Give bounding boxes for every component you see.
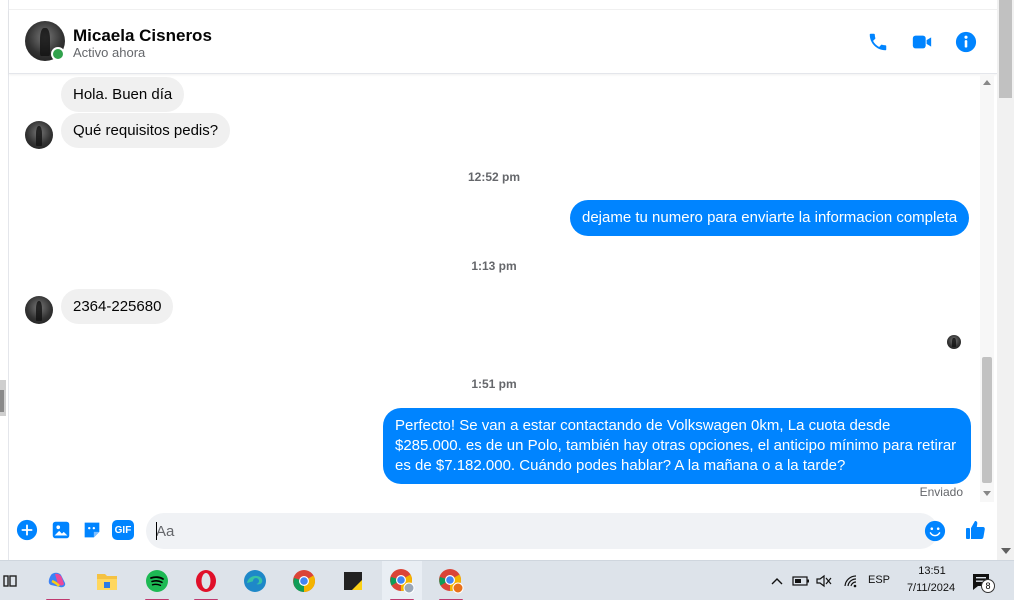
scroll-down-arrow-icon[interactable] xyxy=(1001,548,1011,554)
gif-icon: GIF xyxy=(112,520,134,540)
contact-name[interactable]: Micaela Cisneros xyxy=(73,26,212,46)
task-view-button[interactable] xyxy=(0,561,20,600)
network-status[interactable] xyxy=(842,573,860,589)
message-list-scrollbar[interactable] xyxy=(980,74,994,502)
sender-avatar[interactable] xyxy=(25,121,53,149)
taskbar-app-file-explorer[interactable] xyxy=(87,561,127,600)
more-actions-button[interactable] xyxy=(15,518,39,542)
outgoing-message[interactable]: Perfecto! Se van a estar contactando de … xyxy=(383,408,971,484)
scroll-down-arrow-icon[interactable] xyxy=(983,491,991,496)
speaker-muted-icon xyxy=(816,574,832,588)
video-call-button[interactable] xyxy=(910,30,934,54)
edge-icon xyxy=(244,570,266,592)
message-input[interactable] xyxy=(156,513,896,549)
side-scroll-thumb xyxy=(0,390,4,412)
taskbar-app-opera[interactable] xyxy=(186,561,226,600)
clock-time[interactable]: 13:51 xyxy=(912,565,952,577)
info-icon xyxy=(955,31,977,53)
contact-status: Activo ahora xyxy=(73,45,146,60)
text-caret xyxy=(156,522,157,540)
incoming-message[interactable]: Qué requisitos pedis? xyxy=(61,113,231,148)
gif-button[interactable]: GIF xyxy=(111,518,135,542)
chrome-profile-icon xyxy=(390,569,415,594)
timestamp-separator: 12:52 pm xyxy=(467,170,521,184)
taskbar-app-chrome[interactable] xyxy=(284,561,324,600)
incoming-message[interactable]: Hola. Buen día xyxy=(61,77,185,112)
phone-icon xyxy=(869,33,887,51)
sticker-icon xyxy=(84,522,100,538)
folder-icon xyxy=(97,574,117,590)
timestamp-separator: 1:13 pm xyxy=(471,259,517,273)
windows-taskbar: ESP 13:51 7/11/2024 8 xyxy=(0,560,1014,600)
video-camera-icon xyxy=(912,35,932,49)
thumbs-up-icon xyxy=(966,521,985,539)
page-scrollbar[interactable] xyxy=(997,0,1014,560)
battery-status[interactable] xyxy=(792,573,810,589)
battery-icon xyxy=(792,576,809,586)
clock-date[interactable]: 7/11/2024 xyxy=(898,582,964,594)
volume-control[interactable] xyxy=(815,573,833,589)
message-input-wrapper[interactable] xyxy=(146,513,946,549)
chat-panel: Micaela Cisneros Activo ahora Hola. Buen… xyxy=(8,0,997,560)
opera-icon xyxy=(196,570,216,592)
delivery-status: Enviado xyxy=(919,485,963,499)
chrome-profile-icon xyxy=(439,569,464,594)
conversation-header: Micaela Cisneros Activo ahora xyxy=(9,10,997,74)
show-hidden-icons-button[interactable] xyxy=(768,573,786,589)
copilot-icon xyxy=(48,572,66,588)
taskbar-app-chrome-profile-2[interactable] xyxy=(431,561,471,600)
taskbar-app-chrome-profile-1[interactable] xyxy=(382,561,422,600)
attach-photo-button[interactable] xyxy=(49,518,73,542)
emoji-icon[interactable] xyxy=(924,520,946,542)
scrollbar-thumb[interactable] xyxy=(982,357,992,483)
timestamp-separator: 1:51 pm xyxy=(471,377,517,391)
sender-avatar[interactable] xyxy=(25,296,53,324)
incoming-message[interactable]: 2364-225680 xyxy=(61,289,174,324)
chrome-icon xyxy=(293,570,315,592)
spotify-icon xyxy=(146,570,168,592)
plus-icon xyxy=(16,519,38,541)
notification-count-badge: 8 xyxy=(981,579,995,593)
sticky-notes-icon xyxy=(344,572,362,590)
taskbar-app-spotify[interactable] xyxy=(137,561,177,600)
conversation-info-button[interactable] xyxy=(954,30,978,54)
message-list[interactable]: Hola. Buen día Qué requisitos pedis? 12:… xyxy=(9,74,979,502)
top-strip xyxy=(9,0,997,10)
voice-call-button[interactable] xyxy=(866,30,890,54)
task-view-icon xyxy=(3,575,17,587)
taskbar-app-copilot[interactable] xyxy=(38,561,78,600)
wifi-icon xyxy=(844,575,857,588)
scroll-up-arrow-icon[interactable] xyxy=(983,80,991,85)
chevron-up-icon xyxy=(771,578,783,585)
seen-receipt-avatar xyxy=(947,335,961,349)
send-like-button[interactable] xyxy=(964,518,988,542)
image-icon xyxy=(52,521,70,539)
online-indicator xyxy=(51,47,65,61)
taskbar-app-edge[interactable] xyxy=(235,561,275,600)
sticker-button[interactable] xyxy=(80,518,104,542)
taskbar-app-sticky-notes[interactable] xyxy=(333,561,373,600)
message-composer: GIF xyxy=(9,504,997,558)
outgoing-message[interactable]: dejame tu numero para enviarte la inform… xyxy=(570,200,970,236)
page-scrollbar-thumb[interactable] xyxy=(999,0,1012,98)
input-language[interactable]: ESP xyxy=(868,574,890,586)
